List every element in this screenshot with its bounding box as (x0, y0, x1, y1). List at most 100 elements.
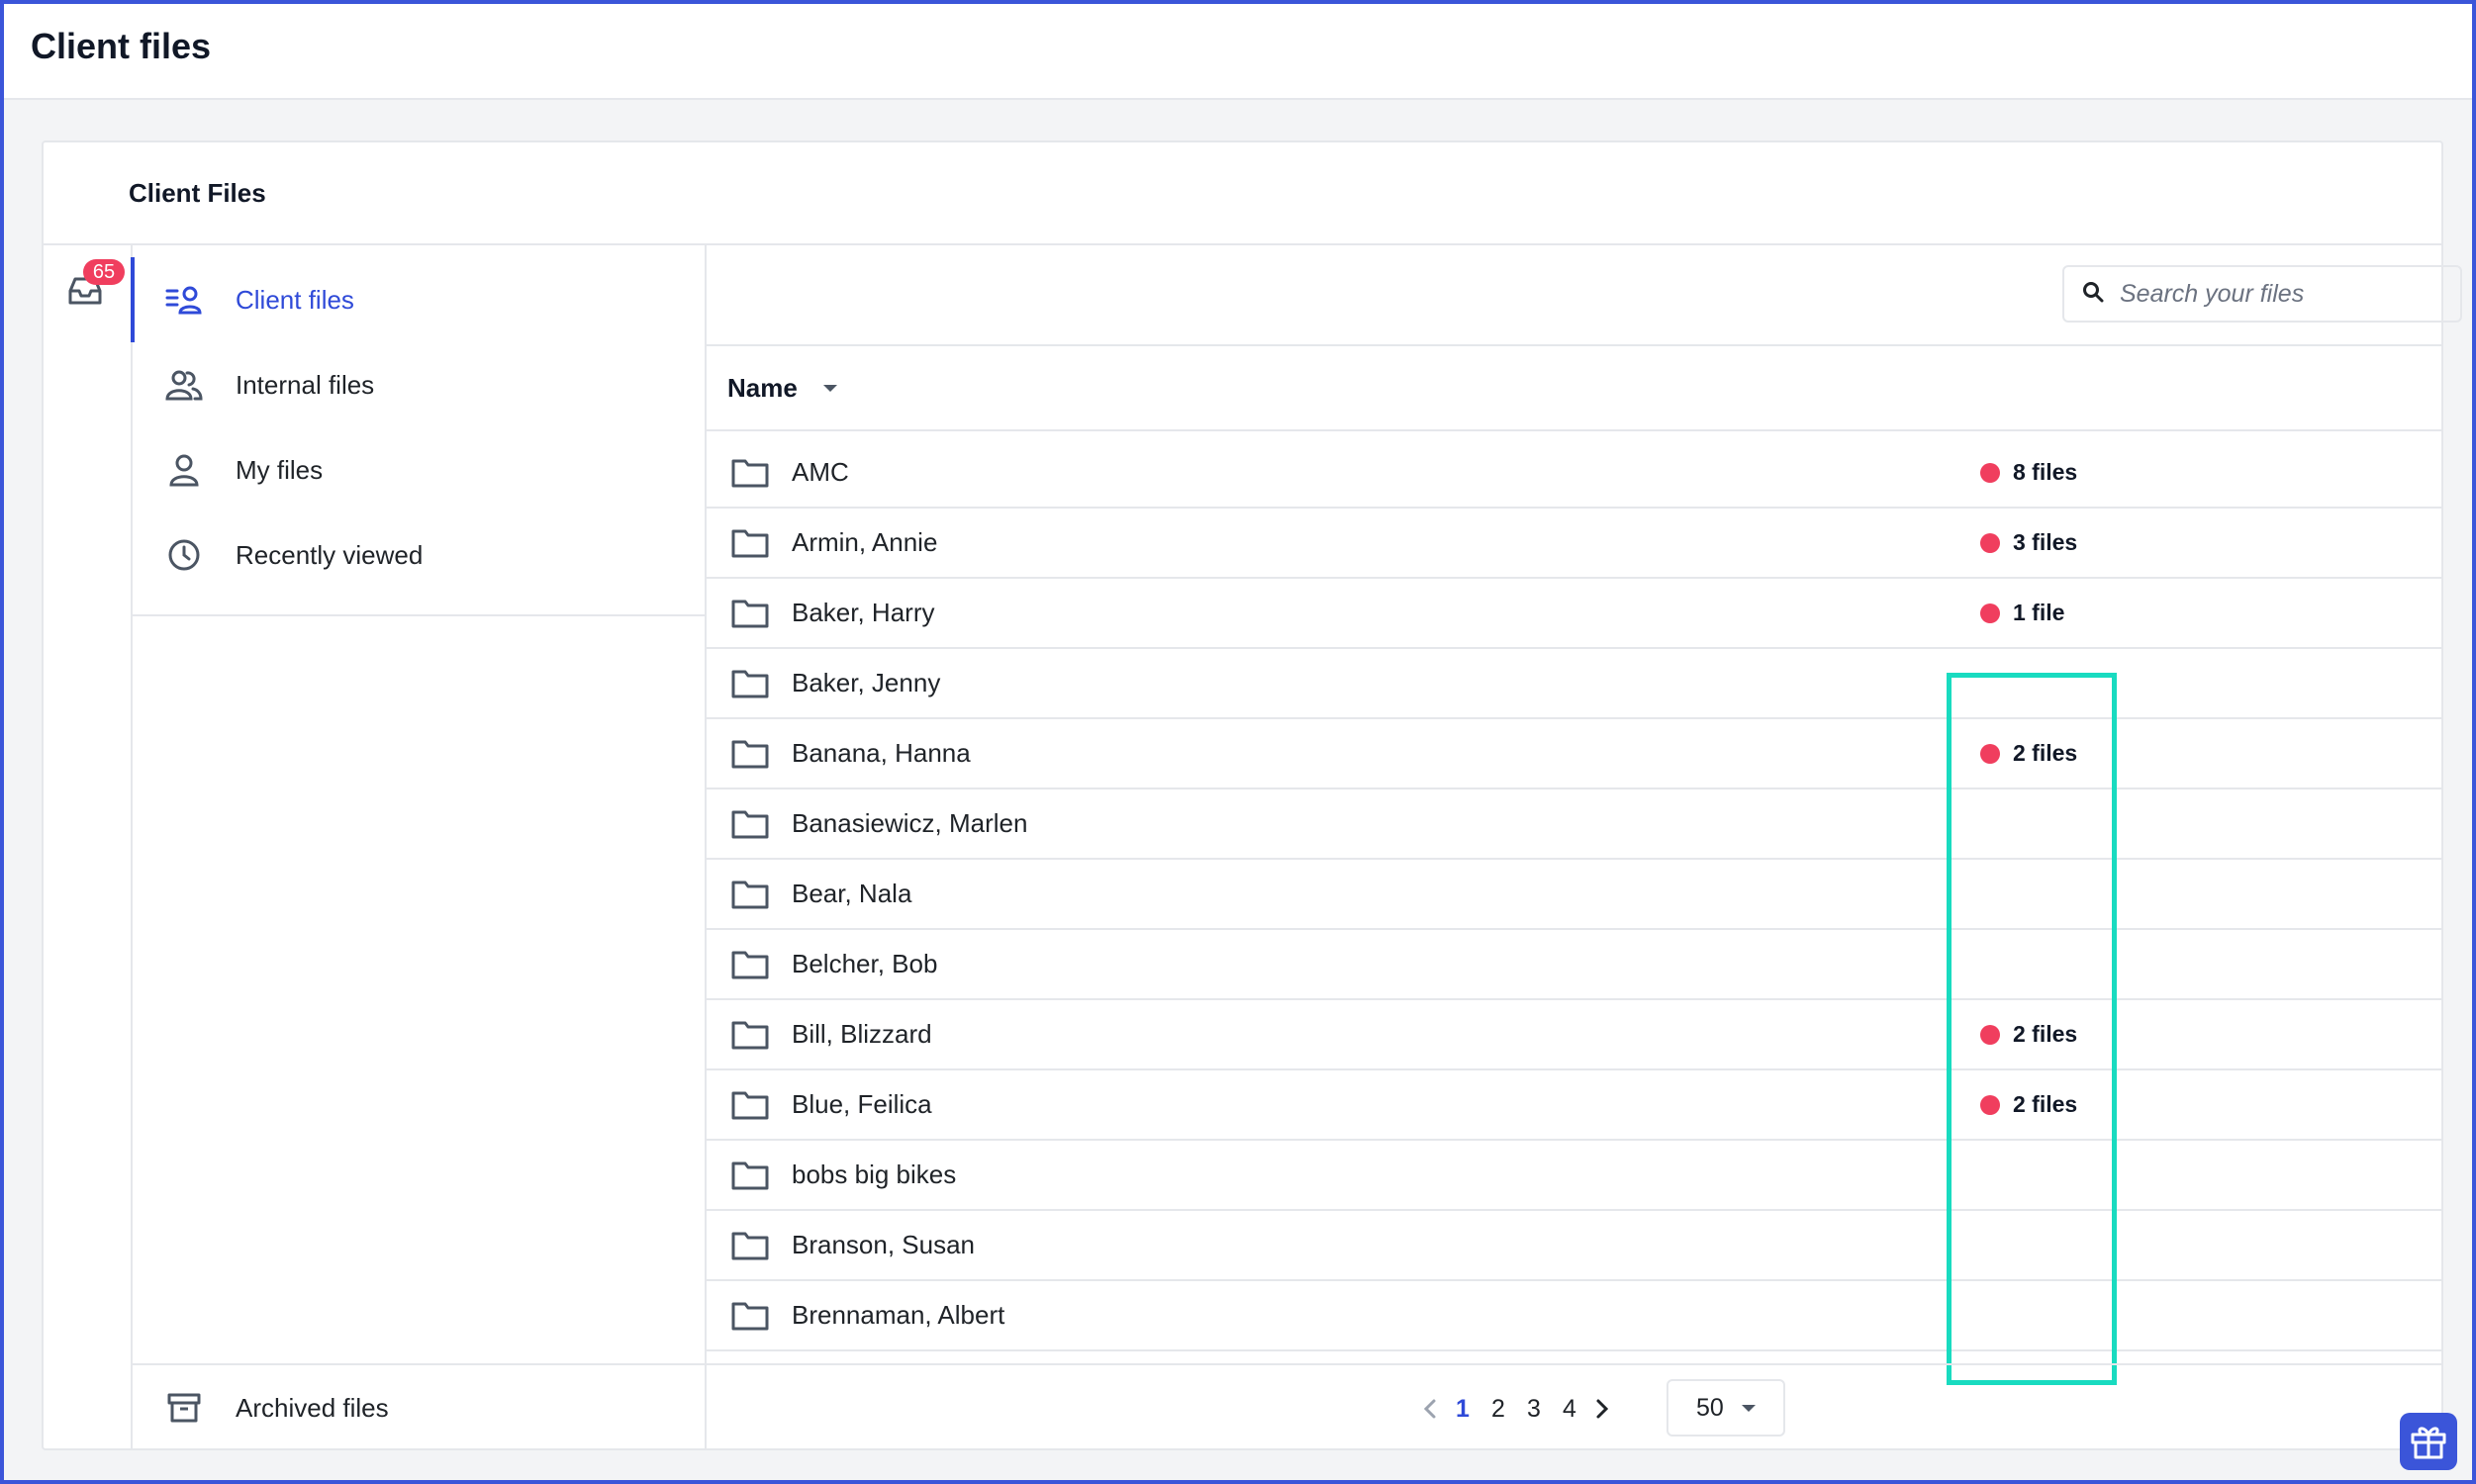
folder-icon (731, 1302, 769, 1331)
folder-icon (731, 459, 769, 488)
folder-row[interactable]: Armin, Annie 3 files (707, 509, 2443, 579)
new-files-indicator: 2 files (1980, 1091, 2077, 1118)
folder-row[interactable]: Branson, Susan (707, 1211, 2443, 1281)
card-header: Client Files (44, 142, 2441, 245)
folder-name: Baker, Jenny (792, 668, 941, 697)
gift-button[interactable] (2400, 1413, 2457, 1470)
folder-icon (731, 1161, 769, 1190)
prev-page-icon[interactable] (1415, 1394, 1445, 1424)
new-files-count: 1 file (2013, 600, 2065, 625)
new-files-indicator: 2 files (1980, 740, 2077, 767)
folder-icon (731, 670, 769, 698)
unread-dot (1980, 1024, 2000, 1045)
folder-row[interactable]: Bear, Nala (707, 860, 2443, 930)
unread-dot (1980, 743, 2000, 764)
sidebar-divider (133, 614, 705, 616)
user-icon (164, 450, 204, 490)
folder-row[interactable]: bobs big bikes (707, 1141, 2443, 1211)
page-3[interactable]: 3 (1522, 1395, 1546, 1424)
folder-name: Bear, Nala (792, 879, 912, 908)
folder-row[interactable]: Banana, Hanna 2 files (707, 719, 2443, 789)
sidebar: Client files Internal files My files Rec… (131, 245, 707, 1450)
search-icon (2082, 281, 2104, 308)
folder-icon (731, 810, 769, 839)
folder-row[interactable]: Bill, Blizzard 2 files (707, 1000, 2443, 1070)
top-bar: Client files (0, 0, 2476, 100)
folder-name: Branson, Susan (792, 1230, 976, 1259)
folder-icon (731, 951, 769, 979)
folder-row[interactable]: Baker, Jenny (707, 649, 2443, 719)
folder-row[interactable]: Blue, Feilica 2 files (707, 1070, 2443, 1141)
sidebar-nav: Client files Internal files My files Rec… (131, 257, 705, 598)
main-panel: Name AMC 8 files Armin, Annie 3 files Ba… (707, 245, 2462, 1450)
unread-dot (1980, 603, 2000, 623)
folder-name: Blue, Feilica (792, 1089, 932, 1119)
new-files-indicator: 2 files (1980, 1021, 2077, 1048)
new-files-indicator: 3 files (1980, 529, 2077, 556)
gift-icon (2411, 1427, 2446, 1459)
folder-name: Belcher, Bob (792, 949, 938, 978)
per-page-value: 50 (1696, 1393, 1724, 1422)
folder-row[interactable]: AMC 8 files (707, 438, 2443, 509)
folder-icon (731, 740, 769, 769)
page-title: Client files (31, 26, 212, 66)
folder-row[interactable]: Brennaman, Albert (707, 1281, 2443, 1351)
new-files-count: 2 files (2013, 1021, 2078, 1047)
files-card: Client Files 65 Client files Internal fi… (42, 140, 2462, 1450)
clock-icon (164, 535, 204, 575)
page-4[interactable]: 4 (1558, 1395, 1581, 1424)
folder-icon (731, 1021, 769, 1050)
search-input[interactable] (2120, 279, 2436, 309)
folder-icon (731, 1091, 769, 1120)
folder-name: AMC (792, 457, 849, 487)
users-icon (164, 365, 204, 405)
sidebar-item-archived-files[interactable]: Archived files (133, 1363, 705, 1450)
new-files-indicator: 8 files (1980, 459, 2077, 486)
folder-icon (731, 529, 769, 558)
next-page-icon[interactable] (1587, 1394, 1617, 1424)
name-column-header[interactable]: Name (707, 346, 2443, 431)
new-files-count: 2 files (2013, 1091, 2078, 1117)
sidebar-item-label: Internal files (236, 369, 375, 400)
sidebar-item-label: Client files (236, 284, 354, 315)
new-files-count: 8 files (2013, 459, 2078, 485)
table-footer: 1 2 3 4 50 (707, 1363, 2443, 1450)
page-2[interactable]: 2 (1486, 1395, 1510, 1424)
page-1[interactable]: 1 (1451, 1395, 1475, 1424)
client-files-icon (164, 280, 204, 320)
pagination: 1 2 3 4 (1415, 1365, 1617, 1452)
folder-name: bobs big bikes (792, 1159, 957, 1189)
folder-name: Bill, Blizzard (792, 1019, 932, 1049)
per-page-select[interactable]: 50 (1667, 1379, 1785, 1437)
folder-row[interactable]: Banasiewicz, Marlen (707, 789, 2443, 860)
sidebar-item-label: My files (236, 454, 324, 485)
sidebar-item-internal-files[interactable]: Internal files (133, 342, 705, 427)
search-bar (707, 245, 2462, 346)
sidebar-item-client-files[interactable]: Client files (131, 257, 705, 342)
column-header-label: Name (727, 372, 798, 403)
search-box[interactable] (2062, 265, 2462, 323)
folder-row[interactable]: Belcher, Bob (707, 930, 2443, 1000)
new-files-count: 2 files (2013, 740, 2078, 766)
sidebar-item-recently-viewed[interactable]: Recently viewed (133, 512, 705, 598)
folder-icon (731, 881, 769, 909)
folder-icon (731, 600, 769, 628)
side-rail: 65 (44, 245, 131, 1450)
sort-caret-icon[interactable] (822, 384, 837, 392)
archive-icon (164, 1388, 204, 1428)
folder-row[interactable]: Baker, Harry 1 file (707, 579, 2443, 649)
sidebar-item-my-files[interactable]: My files (133, 427, 705, 512)
chevron-down-icon (1741, 1404, 1756, 1412)
folder-icon (731, 1232, 769, 1260)
folder-name: Banasiewicz, Marlen (792, 808, 1028, 838)
unread-dot (1980, 1094, 2000, 1115)
card-title: Client Files (129, 178, 266, 208)
folder-name: Baker, Harry (792, 598, 935, 627)
folder-list: AMC 8 files Armin, Annie 3 files Baker, … (707, 438, 2443, 1351)
folder-name: Brennaman, Albert (792, 1300, 1005, 1330)
sidebar-item-label: Recently viewed (236, 539, 424, 570)
unread-dot (1980, 532, 2000, 553)
folder-name: Armin, Annie (792, 527, 938, 557)
new-files-count: 3 files (2013, 529, 2078, 555)
inbox-count-badge: 65 (83, 259, 125, 285)
